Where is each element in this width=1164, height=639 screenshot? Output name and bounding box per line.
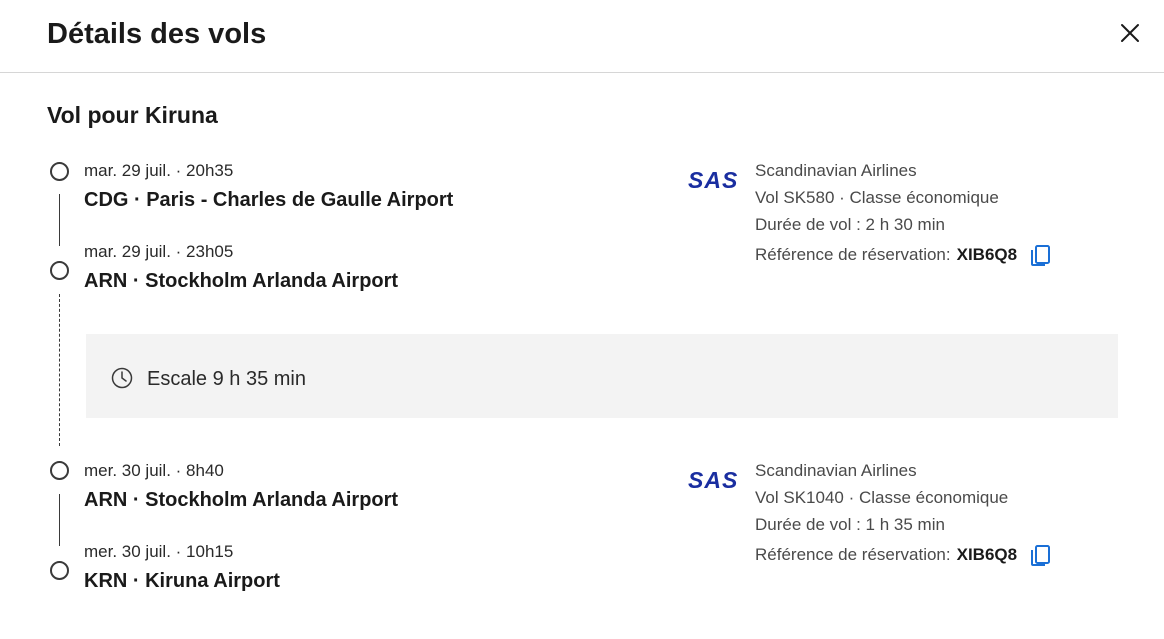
booking-reference-label: Référence de réservation:: [755, 245, 951, 264]
timeline-line: [59, 494, 60, 546]
departure-marker: [50, 461, 69, 480]
booking-reference: Référence de réservation: XIB6Q8: [755, 243, 1053, 267]
layover-box: Escale 9 h 35 min: [86, 334, 1118, 418]
section-title: Vol pour Kiruna: [47, 102, 218, 128]
copy-icon: [1031, 245, 1051, 266]
arrival-airport: ARN · Stockholm Arlanda Airport: [84, 270, 399, 292]
departure-marker: [50, 162, 69, 181]
timeline-line: [59, 194, 60, 246]
airline-name: Scandinavian Airlines: [755, 461, 917, 480]
copy-reference-button[interactable]: [1029, 543, 1053, 567]
airline-name: Scandinavian Airlines: [755, 161, 917, 180]
modal-title: Détails des vols: [47, 18, 267, 50]
departure-airport: ARN · Stockholm Arlanda Airport: [84, 489, 399, 511]
flight-number: Vol SK580 · Classe économique: [755, 188, 999, 207]
clock-icon: [111, 367, 133, 389]
close-icon: [1121, 24, 1139, 42]
departure-airport: CDG · Paris - Charles de Gaulle Airport: [84, 189, 454, 211]
flight-duration: Durée de vol : 2 h 30 min: [755, 215, 945, 234]
booking-reference-code: XIB6Q8: [956, 545, 1018, 564]
layover-duration: Escale 9 h 35 min: [147, 368, 306, 390]
departure-time: mer. 30 juil. · 8h40: [84, 461, 224, 480]
airline-logo: SAS: [688, 167, 739, 193]
arrival-airport: KRN · Kiruna Airport: [84, 570, 280, 592]
airline-logo: SAS: [688, 467, 739, 493]
arrival-time: mar. 29 juil. · 23h05: [84, 242, 234, 261]
layover-line: [59, 294, 60, 446]
booking-reference-code: XIB6Q8: [956, 245, 1018, 264]
copy-reference-button[interactable]: [1029, 243, 1053, 267]
booking-reference: Référence de réservation: XIB6Q8: [755, 543, 1053, 567]
close-button[interactable]: [1114, 17, 1146, 49]
arrival-marker: [50, 261, 69, 280]
arrival-time: mer. 30 juil. · 10h15: [84, 542, 234, 561]
modal-header: Détails des vols: [0, 0, 1164, 73]
booking-reference-label: Référence de réservation:: [755, 545, 951, 564]
flight-details-modal: Détails des vols Vol pour Kiruna mar. 29…: [0, 0, 1164, 639]
flight-number: Vol SK1040 · Classe économique: [755, 488, 1009, 507]
copy-icon: [1031, 545, 1051, 566]
departure-time: mar. 29 juil. · 20h35: [84, 161, 234, 180]
arrival-marker: [50, 561, 69, 580]
flight-duration: Durée de vol : 1 h 35 min: [755, 515, 945, 534]
